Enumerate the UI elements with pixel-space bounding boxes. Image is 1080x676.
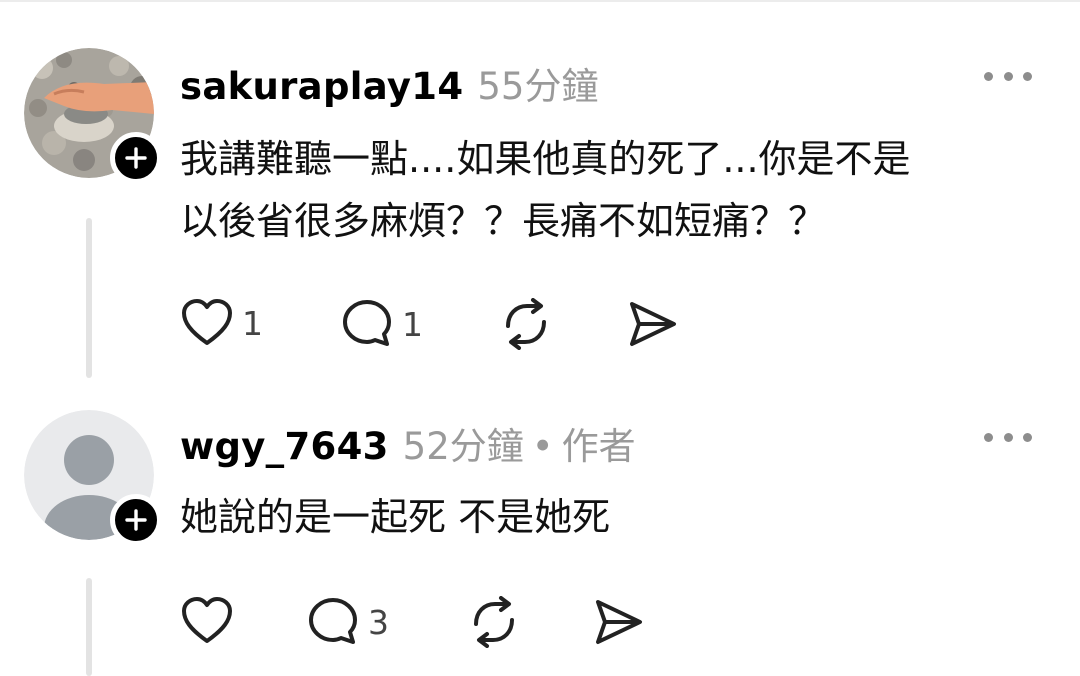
repost-icon: [506, 298, 546, 350]
comment-header: wgy_7643 52分鐘 • 作者: [180, 416, 636, 470]
more-dot: [1023, 432, 1032, 442]
timestamp: 52分鐘: [402, 425, 524, 468]
reply-button[interactable]: 3: [306, 596, 389, 648]
comment-item: sakuraplay14 55分鐘 我講難聽一點....如果他真的死了...你是…: [0, 0, 1080, 390]
reply-count: 1: [402, 304, 423, 344]
thread-line: [86, 218, 92, 378]
heart-icon: [182, 597, 232, 643]
more-horizontal-icon: [984, 432, 993, 442]
more-dot: [1003, 71, 1013, 81]
username[interactable]: sakuraplay14: [180, 65, 463, 108]
more-button[interactable]: [984, 429, 1032, 445]
comment-text: 我講難聽一點....如果他真的死了...你是不是 以後省很多麻煩？？長痛不如短痛…: [180, 128, 1050, 252]
send-icon: [630, 302, 676, 346]
reply-count: 3: [368, 602, 389, 642]
timestamp: 55分鐘: [477, 65, 599, 108]
repost-icon: [474, 596, 514, 648]
comment-text-line: 她說的是一起死 不是她死: [180, 495, 611, 539]
comment-text-line: 以後省很多麻煩？？長痛不如短痛？？: [180, 199, 827, 243]
username[interactable]: wgy_7643: [180, 425, 389, 468]
follow-button[interactable]: [110, 494, 162, 546]
more-horizontal-icon: [984, 71, 993, 81]
comment-text: 她說的是一起死 不是她死: [180, 486, 1050, 548]
comment-text-line: 我講難聽一點....如果他真的死了...你是不是: [180, 137, 911, 181]
comment-header: sakuraplay14 55分鐘: [180, 56, 598, 110]
reply-button[interactable]: 1: [340, 298, 423, 350]
more-button[interactable]: [984, 68, 1032, 84]
like-button[interactable]: 1: [180, 298, 263, 348]
like-count: 1: [242, 303, 263, 343]
avatar-wrap[interactable]: [24, 48, 162, 184]
comment-bubble-icon: [309, 598, 357, 644]
comment-bubble-icon: [343, 300, 391, 346]
more-dot: [1023, 71, 1032, 81]
share-button[interactable]: [626, 298, 680, 350]
comment-item: wgy_7643 52分鐘 • 作者 她說的是一起死 不是她死 3: [0, 390, 1080, 676]
author-badge: 作者: [561, 425, 636, 468]
like-button[interactable]: [180, 596, 234, 646]
thread-line: [86, 578, 92, 676]
more-dot: [1003, 432, 1013, 442]
heart-icon: [182, 299, 232, 345]
repost-button[interactable]: [498, 298, 554, 350]
meta-separator: •: [531, 425, 554, 468]
send-icon: [596, 600, 642, 644]
plus-icon: [125, 147, 147, 169]
plus-icon: [125, 509, 147, 531]
avatar-wrap[interactable]: [24, 410, 162, 546]
follow-button[interactable]: [110, 132, 162, 184]
share-button[interactable]: [592, 596, 646, 648]
repost-button[interactable]: [466, 596, 522, 648]
